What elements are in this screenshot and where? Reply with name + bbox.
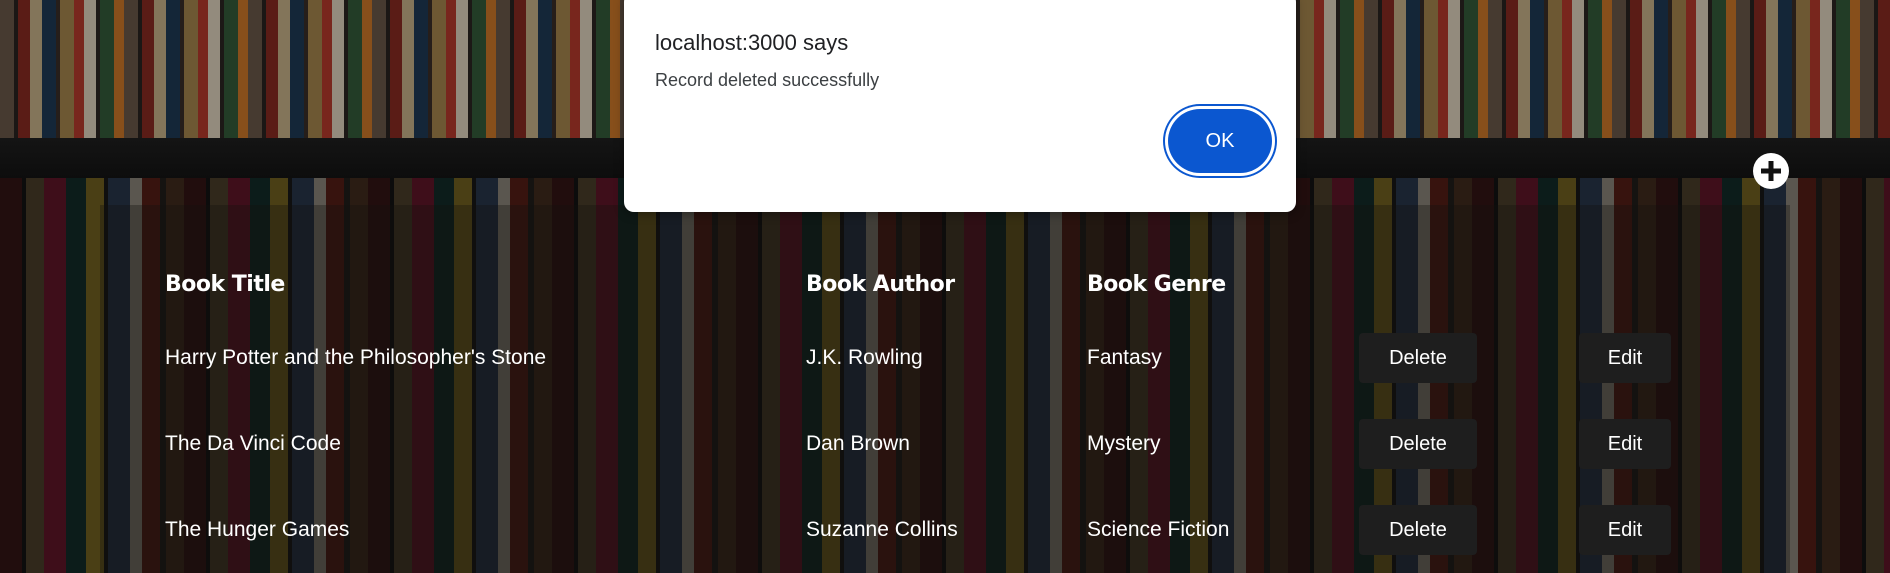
header-book-title: Book Title: [165, 272, 285, 297]
delete-button[interactable]: Delete: [1359, 505, 1477, 555]
delete-button[interactable]: Delete: [1359, 333, 1477, 383]
book-genre-cell: Science Fiction: [1087, 518, 1230, 541]
dialog-message: Record deleted successfully: [655, 70, 880, 90]
ok-button[interactable]: OK: [1168, 109, 1272, 173]
header-book-author: Book Author: [806, 272, 955, 297]
book-author-cell: J.K. Rowling: [806, 346, 923, 369]
book-genre-cell: Mystery: [1087, 432, 1161, 455]
header-book-genre: Book Genre: [1087, 272, 1226, 297]
alert-dialog: localhost:3000 says Record deleted succe…: [624, 0, 1296, 212]
book-title-cell: Harry Potter and the Philosopher's Stone: [165, 346, 547, 369]
dialog-title: localhost:3000 says: [655, 30, 849, 55]
edit-button[interactable]: Edit: [1579, 419, 1671, 469]
edit-button[interactable]: Edit: [1579, 333, 1671, 383]
book-genre-cell: Fantasy: [1087, 346, 1162, 369]
edit-button[interactable]: Edit: [1579, 505, 1671, 555]
book-title-cell: The Da Vinci Code: [165, 432, 341, 455]
delete-button[interactable]: Delete: [1359, 419, 1477, 469]
book-author-cell: Suzanne Collins: [806, 518, 958, 541]
book-title-cell: The Hunger Games: [165, 518, 350, 541]
book-author-cell: Dan Brown: [806, 432, 910, 455]
